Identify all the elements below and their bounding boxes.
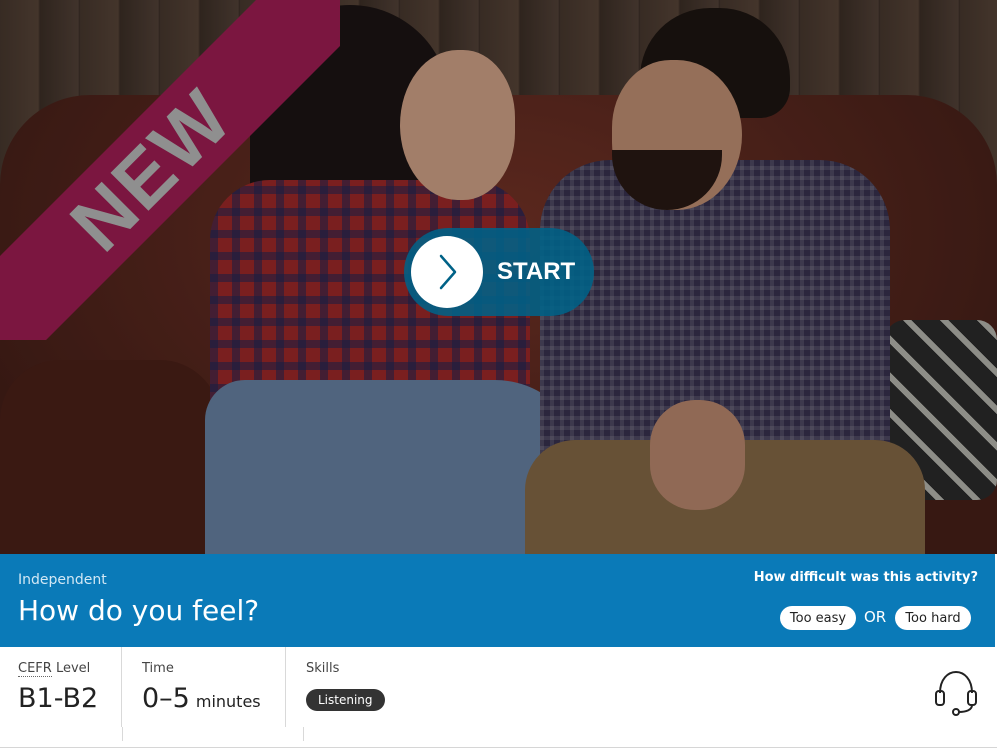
new-ribbon: NEW [0, 0, 340, 340]
page-title: How do you feel? [18, 594, 260, 627]
time-unit: minutes [195, 692, 261, 711]
activity-header: Independent How do you feel? How difficu… [0, 554, 995, 647]
skills-section: Skills Listening [286, 647, 906, 727]
cefr-level-section: CEFR Level B1-B2 [0, 647, 122, 727]
headset-icon [935, 670, 977, 716]
ribbon-label: NEW [52, 72, 249, 268]
start-circle [411, 236, 483, 308]
start-label: START [497, 258, 576, 285]
or-separator: OR [864, 608, 887, 626]
difficulty-question: How difficult was this activity? [753, 570, 978, 585]
cefr-level-label: CEFR Level [18, 661, 91, 677]
hero-image: NEW START [0, 0, 997, 554]
skill-badge: Listening [306, 689, 385, 711]
start-button[interactable]: START [404, 228, 594, 316]
too-easy-button[interactable]: Too easy [780, 606, 856, 630]
skills-label: Skills [306, 661, 340, 676]
audio-button[interactable] [932, 667, 980, 717]
cefr-label-suffix: Level [51, 661, 91, 676]
cefr-level-value: B1-B2 [18, 683, 99, 714]
too-hard-button[interactable]: Too hard [895, 606, 971, 630]
time-value-row: 0–5 minutes [142, 683, 261, 714]
time-value: 0–5 [142, 683, 190, 714]
divider [303, 727, 304, 741]
activity-meta: CEFR Level B1-B2 Time 0–5 minutes Skills … [0, 647, 997, 748]
divider [122, 727, 123, 741]
level-tag: Independent [18, 572, 107, 588]
cefr-abbr: CEFR [18, 661, 52, 677]
time-section: Time 0–5 minutes [122, 647, 286, 727]
time-label: Time [142, 661, 174, 676]
chevron-right-icon [439, 254, 457, 290]
ribbon-band: NEW [0, 0, 340, 340]
